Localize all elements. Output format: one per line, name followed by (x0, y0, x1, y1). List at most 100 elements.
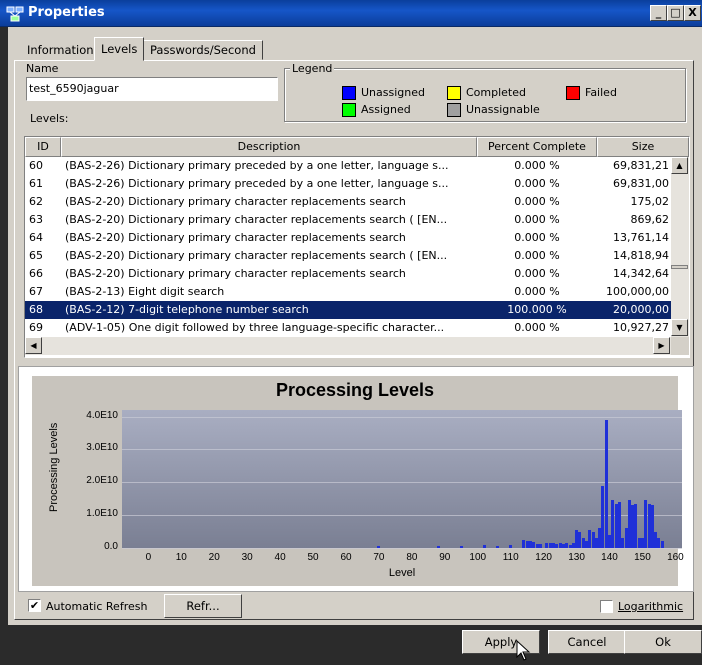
cell-percent-complete: 0.000 % (514, 159, 560, 172)
table-row[interactable]: 63 (BAS-2-20) Dictionary primary characte… (25, 211, 671, 229)
ok-button[interactable]: Ok (624, 630, 702, 654)
window-title: Properties (28, 5, 105, 20)
cell-id: 61 (29, 177, 43, 190)
cell-size: 69,831,00 (613, 177, 669, 190)
column-header-description[interactable]: Description (61, 137, 477, 157)
column-header-size[interactable]: Size (597, 137, 689, 157)
legend-title: Legend (290, 62, 335, 75)
tab-passwords-second[interactable]: Passwords/Second (143, 40, 263, 60)
table-row[interactable]: 68 (BAS-2-12) 7-digit telephone number se… (25, 301, 671, 319)
table-row[interactable]: 67 (BAS-2-13) Eight digit search 0.000 % 10… (25, 283, 671, 301)
table-row[interactable]: 64 (BAS-2-20) Dictionary primary characte… (25, 229, 671, 247)
legend-label-completed: Completed (466, 86, 526, 99)
cell-description: (BAS-2-13) Eight digit search (65, 285, 225, 298)
cell-description: (BAS-2-26) Dictionary primary preceded b… (65, 159, 449, 172)
scroll-right-arrow-icon[interactable]: ▶ (653, 337, 670, 354)
cell-description: (BAS-2-12) 7-digit telephone number sear… (65, 303, 309, 316)
cell-id: 64 (29, 231, 43, 244)
table-row[interactable]: 69 (ADV-1-05) One digit followed by three… (25, 319, 671, 337)
cell-size: 14,342,64 (613, 267, 669, 280)
legend-swatch-unassignable (447, 103, 461, 117)
minimize-button[interactable]: _ (650, 5, 667, 21)
cell-percent-complete: 0.000 % (514, 195, 560, 208)
cell-id: 65 (29, 249, 43, 262)
chart-bar (482, 545, 486, 548)
mouse-cursor-icon (516, 639, 532, 665)
chart-y-tick-label: 4.0E10 (86, 409, 118, 421)
table-vertical-scrollbar[interactable]: ▲ ▼ (671, 157, 689, 337)
automatic-refresh-checkbox[interactable]: ✔ (28, 599, 41, 612)
legend-label-failed: Failed (585, 86, 617, 99)
legend-swatch-failed (566, 86, 580, 100)
close-button[interactable]: X (684, 5, 701, 21)
automatic-refresh-label[interactable]: Automatic Refresh (46, 600, 147, 613)
cell-description: (BAS-2-20) Dictionary primary character … (65, 213, 448, 226)
cell-size: 14,818,94 (613, 249, 669, 262)
chart-x-tick-label: 30 (241, 552, 253, 563)
cell-percent-complete: 100.000 % (507, 303, 567, 316)
chart-x-tick-label: 110 (502, 552, 519, 563)
window-left-border (0, 27, 8, 662)
cancel-button[interactable]: Cancel (548, 630, 626, 654)
vertical-scroll-thumb[interactable] (671, 265, 688, 269)
cell-description: (BAS-2-20) Dictionary primary character … (65, 249, 448, 262)
cell-description: (BAS-2-20) Dictionary primary character … (65, 231, 406, 244)
logarithmic-label[interactable]: Logarithmic (618, 600, 683, 613)
legend-label-unassignable: Unassignable (466, 103, 540, 116)
chart-gridline (122, 449, 682, 451)
scroll-left-arrow-icon[interactable]: ◀ (25, 337, 42, 354)
chart-x-tick-label: 40 (274, 552, 286, 563)
chart-x-tick-label: 10 (175, 552, 187, 563)
scroll-corner (671, 337, 689, 355)
table-row[interactable]: 66 (BAS-2-20) Dictionary primary characte… (25, 265, 671, 283)
chart-bar (538, 544, 542, 548)
chart-gridline (122, 548, 682, 549)
scroll-up-arrow-icon[interactable]: ▲ (671, 157, 688, 174)
cell-percent-complete: 0.000 % (514, 267, 560, 280)
chart-title: Processing Levels (275, 380, 435, 400)
cell-description: (BAS-2-20) Dictionary primary character … (65, 267, 406, 280)
chart-plot-area (122, 410, 682, 549)
title-bar[interactable]: Properties (0, 0, 702, 27)
column-header-percent-complete[interactable]: Percent Complete (477, 137, 597, 157)
cell-percent-complete: 0.000 % (514, 285, 560, 298)
cell-id: 68 (29, 303, 43, 316)
cell-size: 100,000,00 (606, 285, 669, 298)
logarithmic-checkbox[interactable] (600, 600, 613, 613)
column-header-id[interactable]: ID (25, 137, 61, 157)
chart-x-tick-label: 120 (535, 552, 552, 563)
table-row[interactable]: 61 (BAS-2-26) Dictionary primary preceded… (25, 175, 671, 193)
table-row[interactable]: 60 (BAS-2-26) Dictionary primary preceded… (25, 157, 671, 175)
name-input[interactable]: test_6590jaguar (26, 77, 278, 101)
chart-bar (604, 419, 608, 548)
chart-bar (660, 541, 664, 548)
levels-table[interactable]: ID Description Percent Complete Size 60 (… (24, 136, 690, 358)
table-horizontal-scrollbar[interactable]: ◀ ▶ (25, 337, 671, 355)
chart-bar (436, 546, 440, 548)
cell-description: (ADV-1-05) One digit followed by three l… (65, 321, 445, 334)
scroll-down-arrow-icon[interactable]: ▼ (671, 319, 688, 336)
chart-x-tick-label: 140 (601, 552, 618, 563)
chart-x-tick-label: 60 (340, 552, 352, 563)
cell-size: 69,831,21 (613, 159, 669, 172)
chart-x-tick-label: 160 (667, 552, 684, 563)
table-row[interactable]: 65 (BAS-2-20) Dictionary primary characte… (25, 247, 671, 265)
tab-information[interactable]: Information (20, 40, 101, 60)
cell-percent-complete: 0.000 % (514, 231, 560, 244)
chart-y-tick-label: 3.0E10 (86, 442, 118, 454)
cell-percent-complete: 0.000 % (514, 321, 560, 334)
chart-y-tick-label: 2.0E10 (86, 475, 118, 487)
tab-levels[interactable]: Levels (94, 37, 145, 61)
maximize-button[interactable]: □ (667, 5, 684, 21)
refresh-button[interactable]: Refr... (164, 594, 242, 618)
chart-x-tick-label: 0 (145, 552, 152, 563)
chart-bar (496, 546, 500, 548)
legend-label-assigned: Assigned (361, 103, 411, 116)
chart-x-tick-label: 50 (307, 552, 319, 563)
chart-gridline (122, 482, 682, 484)
cell-id: 62 (29, 195, 43, 208)
chart-x-tick-label: 90 (439, 552, 451, 563)
chart-y-tick-label: 1.0E10 (86, 508, 118, 520)
table-row[interactable]: 62 (BAS-2-20) Dictionary primary characte… (25, 193, 671, 211)
chart-x-tick-label: 130 (568, 552, 585, 563)
